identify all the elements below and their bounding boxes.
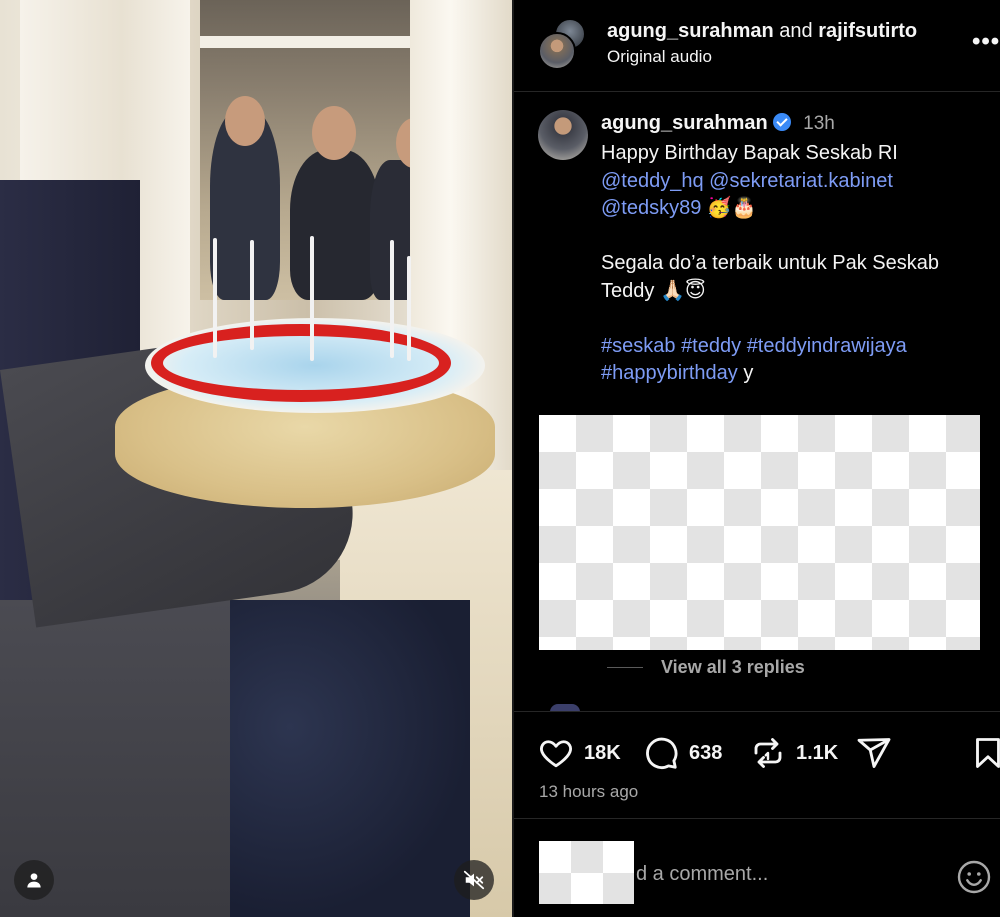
mention-link[interactable]: @tedsky89 (601, 197, 701, 219)
video-door-frame (200, 36, 432, 48)
caption-username[interactable]: agung_surahman (601, 112, 768, 134)
like-count[interactable]: 18K (584, 742, 621, 765)
caption-line: Teddy 🙏🏻😇 (601, 278, 991, 306)
caption-emoji: 🙏🏻😇 (659, 279, 706, 302)
emoji-button[interactable] (956, 859, 992, 895)
comment-icon (646, 737, 678, 769)
cake-candle (390, 240, 394, 358)
hashtag-link[interactable]: #teddyindrawijaya (747, 335, 907, 357)
repost-count[interactable]: 1.1K (796, 742, 838, 765)
cake-candle (250, 240, 254, 350)
cake-candle (310, 236, 314, 361)
user-icon (27, 873, 41, 888)
share-button[interactable] (856, 733, 892, 773)
hashtag-link[interactable]: #seskab (601, 335, 676, 357)
author-avatars[interactable] (538, 18, 590, 70)
caption-gap (601, 305, 991, 333)
video-person-head (312, 106, 356, 160)
view-replies-button[interactable]: View all 3 replies (607, 657, 805, 678)
caption-line: #seskab #teddy #teddyindrawijaya (601, 333, 991, 361)
replies-line (607, 667, 643, 668)
like-button[interactable]: 18K (538, 733, 621, 773)
hashtag-link[interactable]: #teddy (681, 335, 741, 357)
mute-toggle-button[interactable] (454, 860, 494, 900)
post-sidebar: agung_surahman and rajifsutirto Original… (514, 0, 1000, 917)
reel-video[interactable] (0, 0, 512, 917)
mention-link[interactable]: @teddy_hq (601, 170, 704, 192)
video-person-head (225, 96, 265, 146)
hashtag-link[interactable]: #happybirthday (601, 362, 738, 384)
verified-badge-icon (772, 113, 791, 131)
caption-trailing-text: y (743, 362, 754, 384)
view-replies-label: View all 3 replies (661, 657, 805, 677)
avatar[interactable] (538, 110, 588, 160)
caption-line: @teddy_hq @sekretariat.kabinet (601, 168, 991, 196)
cake-strawberry-rim (151, 324, 451, 402)
caption-word: Teddy (601, 279, 655, 302)
emoji-icon (957, 860, 991, 894)
post-date[interactable]: 13 hours ago (539, 782, 638, 802)
action-bar: 18K 638 1.1K (538, 733, 1000, 773)
repost-icon (754, 738, 782, 768)
author-conjunction: and (779, 20, 813, 42)
collaborator-username[interactable]: rajifsutirto (818, 20, 917, 42)
caption-header: agung_surahman 13h (601, 112, 835, 135)
comment-composer (514, 818, 1000, 917)
avatar[interactable] (538, 32, 576, 70)
audio-link[interactable]: Original audio (607, 47, 712, 67)
repost-button[interactable]: 1.1K (750, 733, 838, 773)
comment-button[interactable]: 638 (643, 733, 722, 773)
post-authors: agung_surahman and rajifsutirto (607, 20, 917, 43)
mute-icon (463, 870, 485, 890)
redacted-comment-area (539, 841, 634, 904)
heart-icon (540, 740, 572, 768)
caption-timestamp[interactable]: 13h (803, 113, 835, 134)
post-header: agung_surahman and rajifsutirto Original… (514, 0, 1000, 92)
caption-line: Happy Birthday Bapak Seskab RI (601, 142, 898, 164)
video-person (290, 150, 380, 300)
cake-candle (407, 256, 411, 361)
tagged-users-button[interactable] (14, 860, 54, 900)
caption-line: @tedsky89 🥳🎂 (601, 195, 991, 223)
cake-candle (213, 238, 217, 358)
caption-line: #happybirthday y (601, 360, 991, 388)
bookmark-icon (976, 738, 1000, 768)
comment-count[interactable]: 638 (689, 742, 722, 765)
caption-line: Segala do’a terbaik untuk Pak Seskab (601, 252, 939, 274)
share-icon (857, 738, 891, 768)
caption-gap (601, 223, 991, 251)
save-button[interactable] (970, 733, 1000, 773)
caption-text: Happy Birthday Bapak Seskab RI @teddy_hq… (601, 140, 991, 388)
mention-link[interactable]: @sekretariat.kabinet (709, 170, 893, 192)
author-username[interactable]: agung_surahman (607, 20, 774, 42)
comment-input[interactable] (636, 863, 936, 886)
actions-divider (514, 711, 1000, 712)
caption-emoji: 🥳🎂 (706, 197, 757, 219)
more-options-button[interactable]: ••• (972, 28, 1000, 56)
birthday-cake (115, 236, 495, 508)
redacted-comment-block (539, 415, 980, 650)
